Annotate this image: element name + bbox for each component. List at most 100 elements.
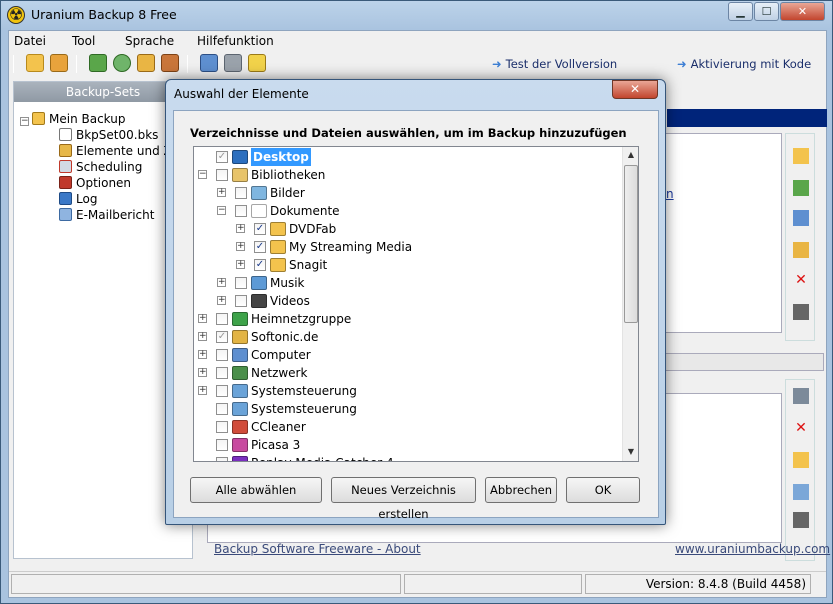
about-link[interactable]: Backup Software Freeware - About xyxy=(214,542,421,556)
tree-row[interactable]: + Bilder xyxy=(194,184,620,202)
scroll-down-icon[interactable]: ▼ xyxy=(623,444,638,460)
tree-item-optionen[interactable]: Optionen xyxy=(59,176,131,190)
scroll-up-icon[interactable]: ▲ xyxy=(623,147,638,163)
tree-row[interactable]: + Systemsteuerung xyxy=(194,382,620,400)
maximize-button[interactable]: ☐ xyxy=(754,2,779,21)
settings-icon[interactable] xyxy=(50,54,68,72)
minimize-button[interactable]: ▁ xyxy=(728,2,753,21)
tree-row[interactable]: + Videos xyxy=(194,292,620,310)
add-network-icon[interactable] xyxy=(793,210,809,226)
link-test-vollversion[interactable]: ➜ Test der Vollversion xyxy=(492,57,617,71)
cancel-button[interactable]: Abbrechen xyxy=(485,477,557,503)
tree-row-label: Heimnetzgruppe xyxy=(251,312,352,326)
website-link[interactable]: www.uraniumbackup.com xyxy=(675,542,830,556)
menu-datei[interactable]: Datei xyxy=(14,34,46,48)
tree-checkbox[interactable] xyxy=(216,403,228,415)
scroll-thumb[interactable] xyxy=(624,165,638,323)
tree-item-scheduling[interactable]: Scheduling xyxy=(59,160,142,174)
tree-checkbox[interactable] xyxy=(216,439,228,451)
menu-tool[interactable]: Tool xyxy=(72,34,95,48)
help-icon[interactable] xyxy=(248,54,266,72)
tree-checkbox[interactable] xyxy=(235,277,247,289)
add-backup-icon[interactable] xyxy=(26,54,44,72)
tree-row[interactable]: + ✓ My Streaming Media xyxy=(194,238,620,256)
expand-icon[interactable]: + xyxy=(236,242,245,251)
folder-tree[interactable]: ✓ Desktop − Bibliotheken + Bilder − Dokumente + ✓… xyxy=(193,146,639,462)
ok-button[interactable]: OK xyxy=(566,477,640,503)
tools-icon[interactable] xyxy=(224,54,242,72)
tree-row[interactable]: + Computer xyxy=(194,346,620,364)
expand-icon[interactable]: + xyxy=(198,386,207,395)
edit-icon[interactable] xyxy=(793,512,809,528)
expand-icon[interactable]: + xyxy=(217,278,226,287)
tree-row[interactable]: Picasa 3 xyxy=(194,436,620,454)
expand-icon[interactable]: + xyxy=(217,188,226,197)
expand-icon[interactable]: + xyxy=(198,350,207,359)
tree-checkbox[interactable] xyxy=(235,205,247,217)
tree-row[interactable]: Replay Media Catcher 4 xyxy=(194,454,620,461)
collapse-icon[interactable]: − xyxy=(217,206,226,215)
tree-row[interactable]: + Musik xyxy=(194,274,620,292)
link-test-vollversion-label: Test der Vollversion xyxy=(505,57,618,71)
expand-icon[interactable]: + xyxy=(198,332,207,341)
tree-checkbox[interactable] xyxy=(216,169,228,181)
collapse-icon[interactable]: − xyxy=(20,117,29,126)
tree-row[interactable]: Systemsteuerung xyxy=(194,400,620,418)
import-icon[interactable] xyxy=(89,54,107,72)
tree-item-log[interactable]: Log xyxy=(59,192,97,206)
tree-checkbox[interactable] xyxy=(216,421,228,433)
open-folder-icon[interactable] xyxy=(793,452,809,468)
tree-checkbox[interactable] xyxy=(235,295,247,307)
tree-row[interactable]: + Heimnetzgruppe xyxy=(194,310,620,328)
tree-row[interactable]: CCleaner xyxy=(194,418,620,436)
tree-checkbox[interactable]: ✓ xyxy=(254,241,266,253)
tree-row[interactable]: + ✓ Softonic.de xyxy=(194,328,620,346)
move-icon[interactable] xyxy=(793,242,809,258)
tree-checkbox[interactable] xyxy=(216,457,228,461)
partial-link[interactable]: n xyxy=(666,187,674,201)
tree-checkbox[interactable] xyxy=(235,187,247,199)
collapse-icon[interactable]: − xyxy=(198,170,207,179)
menu-hilfefunktion[interactable]: Hilfefunktion xyxy=(197,34,274,48)
tree-row[interactable]: ✓ Desktop xyxy=(194,148,620,166)
add-folder-icon[interactable] xyxy=(793,148,809,164)
refresh-icon[interactable] xyxy=(113,54,131,72)
menu-sprache[interactable]: Sprache xyxy=(125,34,174,48)
tree-checkbox[interactable] xyxy=(216,349,228,361)
computer-icon[interactable] xyxy=(793,484,809,500)
dialog-close-button[interactable]: ✕ xyxy=(612,80,658,99)
tree-scrollbar[interactable]: ▲ ▼ xyxy=(622,147,638,461)
network-icon[interactable] xyxy=(200,54,218,72)
tree-checkbox[interactable] xyxy=(216,385,228,397)
tree-row[interactable]: + Netzwerk xyxy=(194,364,620,382)
close-button[interactable]: ✕ xyxy=(780,2,825,21)
tree-checkbox[interactable] xyxy=(216,313,228,325)
expand-icon[interactable]: + xyxy=(198,314,207,323)
expand-icon[interactable]: + xyxy=(236,260,245,269)
expand-icon[interactable]: + xyxy=(217,296,226,305)
tree-checkbox[interactable]: ✓ xyxy=(254,223,266,235)
tree-checkbox[interactable]: ✓ xyxy=(254,259,266,271)
delete-icon[interactable]: ✕ xyxy=(793,420,809,436)
tree-row[interactable]: + ✓ Snagit xyxy=(194,256,620,274)
tree-item-mein-backup[interactable]: − Mein Backup xyxy=(20,112,125,126)
add-ftp-icon[interactable] xyxy=(793,180,809,196)
tree-checkbox[interactable]: ✓ xyxy=(216,151,228,163)
tree-icon[interactable] xyxy=(793,388,809,404)
tree-row[interactable]: − Bibliotheken xyxy=(194,166,620,184)
export-icon[interactable] xyxy=(137,54,155,72)
tree-row[interactable]: − Dokumente xyxy=(194,202,620,220)
schedule-icon[interactable] xyxy=(161,54,179,72)
new-folder-button[interactable]: Neues Verzeichnis erstellen xyxy=(331,477,476,521)
delete-icon[interactable]: ✕ xyxy=(793,272,809,288)
tree-item-bkpset[interactable]: BkpSet00.bks xyxy=(59,128,158,142)
deselect-all-button[interactable]: Alle abwählen xyxy=(190,477,322,503)
tree-checkbox[interactable]: ✓ xyxy=(216,331,228,343)
expand-icon[interactable]: + xyxy=(236,224,245,233)
link-aktivierung[interactable]: ➜ Aktivierung mit Kode xyxy=(677,57,811,71)
tree-checkbox[interactable] xyxy=(216,367,228,379)
tree-row[interactable]: + ✓ DVDFab xyxy=(194,220,620,238)
expand-icon[interactable]: + xyxy=(198,368,207,377)
edit-icon[interactable] xyxy=(793,304,809,320)
tree-item-emailbericht[interactable]: E-Mailbericht xyxy=(59,208,154,222)
